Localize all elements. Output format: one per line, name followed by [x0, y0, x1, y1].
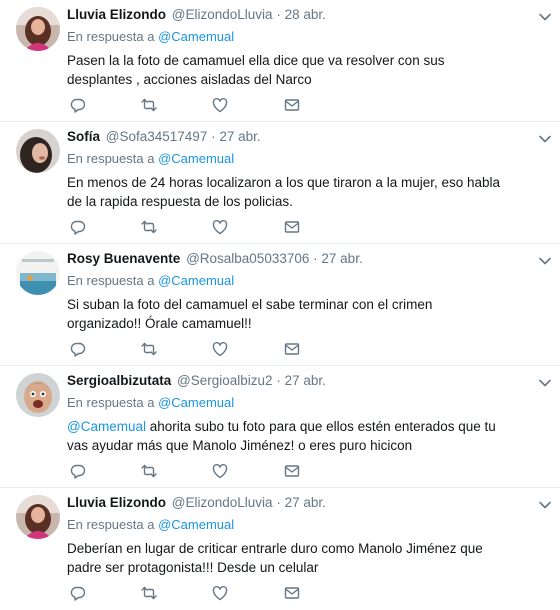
- tweet-actions: [67, 340, 307, 358]
- user-handle[interactable]: @Sergioalbizu2: [177, 373, 273, 388]
- timestamp[interactable]: 27 abr.: [219, 129, 260, 144]
- direct-message-icon[interactable]: [283, 218, 301, 236]
- retweet-icon[interactable]: [140, 462, 158, 480]
- tweet-item[interactable]: Lluvia Elizondo @ElizondoLluvia · 27 abr…: [0, 488, 560, 610]
- timestamp[interactable]: 27 abr.: [285, 495, 326, 510]
- tweet-actions: [67, 584, 307, 602]
- reply-context: En respuesta a @Camemual: [67, 395, 234, 410]
- direct-message-icon[interactable]: [283, 462, 301, 480]
- separator-dot: ·: [276, 7, 281, 22]
- reply-prefix: En respuesta a: [67, 395, 155, 410]
- user-handle[interactable]: @ElizondoLluvia: [172, 495, 273, 510]
- timestamp[interactable]: 27 abr.: [285, 373, 326, 388]
- avatar[interactable]: [16, 373, 60, 417]
- tweet-actions: [67, 96, 307, 114]
- chevron-down-icon[interactable]: [538, 9, 552, 21]
- avatar[interactable]: [16, 129, 60, 173]
- direct-message-icon[interactable]: [283, 340, 301, 358]
- like-icon[interactable]: [211, 218, 229, 236]
- reply-icon[interactable]: [69, 340, 87, 358]
- tweet-item[interactable]: Lluvia Elizondo @ElizondoLluvia · 28 abr…: [0, 0, 560, 122]
- tweet-actions: [67, 218, 307, 236]
- reply-mention-link[interactable]: @Camemual: [158, 395, 234, 410]
- avatar[interactable]: [16, 495, 60, 539]
- timestamp[interactable]: 27 abr.: [321, 251, 362, 266]
- reply-icon[interactable]: [69, 462, 87, 480]
- tweet-body: Pasen la la foto de camamuel ella dice q…: [67, 53, 445, 87]
- tweet-text: En menos de 24 horas localizaron a los q…: [67, 173, 507, 211]
- text-mention-link[interactable]: @Camemual: [67, 419, 146, 434]
- tweet-feed: Lluvia Elizondo @ElizondoLluvia · 28 abr…: [0, 0, 560, 610]
- reply-mention-link[interactable]: @Camemual: [158, 273, 234, 288]
- user-name[interactable]: Lluvia Elizondo: [67, 495, 166, 510]
- reply-context: En respuesta a @Camemual: [67, 29, 234, 44]
- user-name[interactable]: Lluvia Elizondo: [67, 7, 166, 22]
- retweet-icon[interactable]: [140, 218, 158, 236]
- reply-context: En respuesta a @Camemual: [67, 151, 234, 166]
- separator-dot: ·: [276, 495, 281, 510]
- tweet-header: Sergioalbizutata @Sergioalbizu2 · 27 abr…: [67, 373, 326, 388]
- reply-context: En respuesta a @Camemual: [67, 273, 234, 288]
- user-name[interactable]: Sofía: [67, 129, 100, 144]
- tweet-header: Rosy Buenavente @Rosalba05033706 · 27 ab…: [67, 251, 363, 266]
- retweet-icon[interactable]: [140, 96, 158, 114]
- reply-prefix: En respuesta a: [67, 517, 155, 532]
- tweet-header: Lluvia Elizondo @ElizondoLluvia · 27 abr…: [67, 495, 326, 510]
- chevron-down-icon[interactable]: [538, 375, 552, 387]
- tweet-body: En menos de 24 horas localizaron a los q…: [67, 175, 501, 209]
- tweet-text: Si suban la foto del camamuel el sabe te…: [67, 295, 507, 333]
- reply-icon[interactable]: [69, 584, 87, 602]
- user-name[interactable]: Rosy Buenavente: [67, 251, 180, 266]
- like-icon[interactable]: [211, 462, 229, 480]
- like-icon[interactable]: [211, 584, 229, 602]
- tweet-body: Deberían en lugar de criticar entrarle d…: [67, 541, 483, 575]
- direct-message-icon[interactable]: [283, 96, 301, 114]
- reply-mention-link[interactable]: @Camemual: [158, 151, 234, 166]
- tweet-item[interactable]: Sergioalbizutata @Sergioalbizu2 · 27 abr…: [0, 366, 560, 488]
- retweet-icon[interactable]: [140, 340, 158, 358]
- retweet-icon[interactable]: [140, 584, 158, 602]
- like-icon[interactable]: [211, 96, 229, 114]
- tweet-text: Deberían en lugar de criticar entrarle d…: [67, 539, 507, 577]
- tweet-text: Pasen la la foto de camamuel ella dice q…: [67, 51, 507, 89]
- user-handle[interactable]: @ElizondoLluvia: [172, 7, 273, 22]
- separator-dot: ·: [211, 129, 216, 144]
- reply-prefix: En respuesta a: [67, 29, 155, 44]
- chevron-down-icon[interactable]: [538, 497, 552, 509]
- separator-dot: ·: [276, 373, 281, 388]
- user-handle[interactable]: @Rosalba05033706: [186, 251, 309, 266]
- tweet-header: Lluvia Elizondo @ElizondoLluvia · 28 abr…: [67, 7, 326, 22]
- reply-mention-link[interactable]: @Camemual: [158, 517, 234, 532]
- reply-prefix: En respuesta a: [67, 273, 155, 288]
- chevron-down-icon[interactable]: [538, 253, 552, 265]
- tweet-body: Si suban la foto del camamuel el sabe te…: [67, 297, 433, 331]
- reply-mention-link[interactable]: @Camemual: [158, 29, 234, 44]
- timestamp[interactable]: 28 abr.: [285, 7, 326, 22]
- reply-icon[interactable]: [69, 218, 87, 236]
- like-icon[interactable]: [211, 340, 229, 358]
- reply-prefix: En respuesta a: [67, 151, 155, 166]
- chevron-down-icon[interactable]: [538, 131, 552, 143]
- tweet-text: @Camemual ahorita subo tu foto para que …: [67, 417, 507, 455]
- tweet-item[interactable]: Rosy Buenavente @Rosalba05033706 · 27 ab…: [0, 244, 560, 366]
- user-handle[interactable]: @Sofa34517497: [106, 129, 208, 144]
- avatar[interactable]: [16, 251, 60, 295]
- direct-message-icon[interactable]: [283, 584, 301, 602]
- user-name[interactable]: Sergioalbizutata: [67, 373, 171, 388]
- tweet-actions: [67, 462, 307, 480]
- separator-dot: ·: [313, 251, 318, 266]
- avatar[interactable]: [16, 7, 60, 51]
- tweet-header: Sofía @Sofa34517497 · 27 abr.: [67, 129, 261, 144]
- reply-icon[interactable]: [69, 96, 87, 114]
- reply-context: En respuesta a @Camemual: [67, 517, 234, 532]
- tweet-item[interactable]: Sofía @Sofa34517497 · 27 abr. En respues…: [0, 122, 560, 244]
